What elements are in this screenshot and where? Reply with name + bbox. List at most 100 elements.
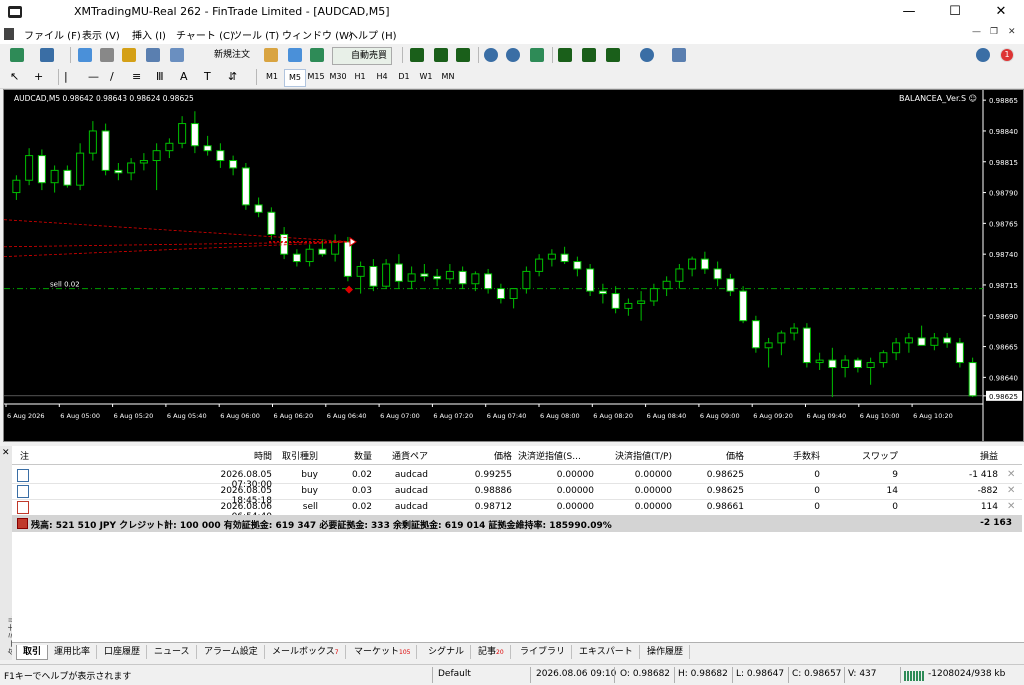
time-label: 6 Aug 06:00 <box>220 412 260 420</box>
metaeditor-icon[interactable] <box>264 48 278 62</box>
col-order[interactable]: 注 <box>20 449 29 462</box>
vps-icon[interactable] <box>288 48 302 62</box>
horizontal-line-icon[interactable]: — <box>88 70 102 84</box>
periods-icon[interactable] <box>640 48 654 62</box>
col-sl[interactable]: 決済逆指値(S... <box>518 449 594 462</box>
menu-window[interactable]: ウィンドウ (W) <box>282 27 353 42</box>
candlestick-chart: 0.98865 0.98840 0.98815 0.98790 0.98765 0.987… <box>3 90 1022 441</box>
tab-9[interactable]: ライブラリ <box>514 645 573 659</box>
tab-3[interactable]: ニュース <box>148 645 197 659</box>
menu-help[interactable]: ヘルプ (H) <box>348 27 397 42</box>
fibonacci-icon[interactable]: Ⅲ <box>156 70 170 84</box>
new-order-button[interactable]: 新規注文 <box>196 47 250 63</box>
navigator-icon[interactable] <box>122 48 136 62</box>
text-icon[interactable]: A <box>180 70 194 84</box>
signals-icon[interactable] <box>310 48 324 62</box>
menu-view[interactable]: 表示 (V) <box>82 27 120 42</box>
col-type[interactable]: 取引種別 <box>270 449 318 462</box>
tester-icon[interactable] <box>170 48 184 62</box>
candlestick-icon[interactable] <box>434 48 448 62</box>
timeframe-m30[interactable]: M30 <box>328 69 348 85</box>
candle-body <box>37 155 46 184</box>
new-chart-icon[interactable] <box>10 48 24 62</box>
tab-5[interactable]: メールボックス7 <box>266 645 346 659</box>
terminal-close-icon[interactable]: ✕ <box>2 448 10 458</box>
tab-4[interactable]: アラーム設定 <box>198 645 265 659</box>
table-row[interactable]: 2026.08.05 07:30:00 buy 0.02 audcad 0.99255 0… <box>12 467 1022 490</box>
tab-2[interactable]: 口座履歴 <box>98 645 148 659</box>
label-icon[interactable]: T <box>204 70 218 84</box>
tab-label: 口座履歴 <box>104 647 141 657</box>
line-chart-icon[interactable] <box>456 48 470 62</box>
col-current-price[interactable]: 価格 <box>692 449 744 462</box>
mdi-restore-button[interactable]: ❐ <box>990 27 998 37</box>
tab-0[interactable]: 取引 <box>16 645 49 660</box>
vertical-line-icon[interactable]: | <box>64 70 78 84</box>
timeframe-mn[interactable]: MN <box>438 69 458 85</box>
data-window-icon[interactable] <box>100 48 114 62</box>
auto-scroll-icon[interactable] <box>558 48 572 62</box>
tab-8[interactable]: 記事20 <box>472 645 511 659</box>
col-price[interactable]: 価格 <box>452 449 512 462</box>
profiles-icon[interactable] <box>40 48 54 62</box>
tab-10[interactable]: エキスパート <box>573 645 640 659</box>
tab-label: 運用比率 <box>54 647 91 657</box>
close-position-icon[interactable]: ✕ <box>1007 485 1015 496</box>
col-time[interactable]: 時間 <box>212 449 272 462</box>
col-symbol[interactable]: 通貨ペア <box>376 449 428 462</box>
search-icon[interactable] <box>976 48 990 62</box>
col-swap[interactable]: スワップ <box>842 449 898 462</box>
zoom-in-icon[interactable] <box>484 48 498 62</box>
col-tp[interactable]: 決済指値(T/P) <box>598 449 672 462</box>
notifications-icon[interactable]: 1 <box>1000 48 1014 62</box>
title-bar: XMTradingMU-Real 262 - FinTrade Limited … <box>0 0 1024 24</box>
minimize-button[interactable]: — <box>886 0 932 24</box>
timeframe-d1[interactable]: D1 <box>394 69 414 85</box>
tab-label: エキスパート <box>579 647 633 657</box>
close-position-icon[interactable]: ✕ <box>1007 469 1015 480</box>
col-profit[interactable]: 損益 <box>952 449 998 462</box>
close-button[interactable]: ✕ <box>978 0 1024 24</box>
tab-1[interactable]: 運用比率 <box>48 645 98 659</box>
timeframe-m1[interactable]: M1 <box>262 69 282 85</box>
tile-windows-icon[interactable] <box>530 48 544 62</box>
channel-icon[interactable]: ≡ <box>132 70 146 84</box>
menu-file[interactable]: ファイル (F) <box>24 27 81 42</box>
table-row[interactable]: 2026.08.06 06:54:40sell0.02audcad0.98712… <box>12 499 1022 522</box>
timeframe-m5[interactable]: M5 <box>284 69 306 87</box>
timeframe-w1[interactable]: W1 <box>416 69 436 85</box>
chart-shift-icon[interactable] <box>582 48 596 62</box>
timeframe-m15[interactable]: M15 <box>306 69 326 85</box>
col-volume[interactable]: 数量 <box>328 449 372 462</box>
templates-icon[interactable] <box>672 48 686 62</box>
table-row[interactable]: 2026.08.05 18:45:18 buy 0.03 audcad 0.98886 0… <box>12 483 1022 506</box>
col-commission[interactable]: 手数料 <box>772 449 820 462</box>
autotrade-button[interactable]: 自動売買 <box>332 47 393 65</box>
close-position-icon[interactable]: ✕ <box>1007 501 1015 512</box>
tab-11[interactable]: 操作履歴 <box>641 645 691 659</box>
market-watch-icon[interactable] <box>78 48 92 62</box>
tab-label: マーケット <box>354 647 400 657</box>
menu-chart[interactable]: チャート (C) <box>176 27 234 42</box>
cursor-icon[interactable]: ↖ <box>10 70 24 84</box>
tab-6[interactable]: マーケット105 <box>348 645 418 659</box>
mdi-minimize-button[interactable]: — <box>972 27 981 37</box>
menu-insert[interactable]: 挿入 (I) <box>132 27 166 42</box>
maximize-button[interactable]: ☐ <box>932 0 978 24</box>
indicators-icon[interactable] <box>606 48 620 62</box>
timeframe-h1[interactable]: H1 <box>350 69 370 85</box>
crosshair-icon[interactable]: + <box>34 70 48 84</box>
timeframe-h4[interactable]: H4 <box>372 69 392 85</box>
chart-area[interactable]: 0.98865 0.98840 0.98815 0.98790 0.98765 0.987… <box>3 89 1024 442</box>
mdi-close-button[interactable]: ✕ <box>1008 27 1016 37</box>
terminal-icon[interactable] <box>146 48 160 62</box>
table-cell: 0 <box>814 486 820 496</box>
candle-body <box>165 142 174 152</box>
bar-chart-icon[interactable] <box>410 48 424 62</box>
zoom-out-icon[interactable] <box>506 48 520 62</box>
arrows-icon[interactable]: ⇵ <box>228 70 242 84</box>
menu-tools[interactable]: ツール (T) <box>232 27 279 42</box>
tab-label: アラーム設定 <box>204 647 258 657</box>
trendline-icon[interactable]: / <box>110 70 124 84</box>
tab-7[interactable]: シグナル <box>422 645 472 659</box>
